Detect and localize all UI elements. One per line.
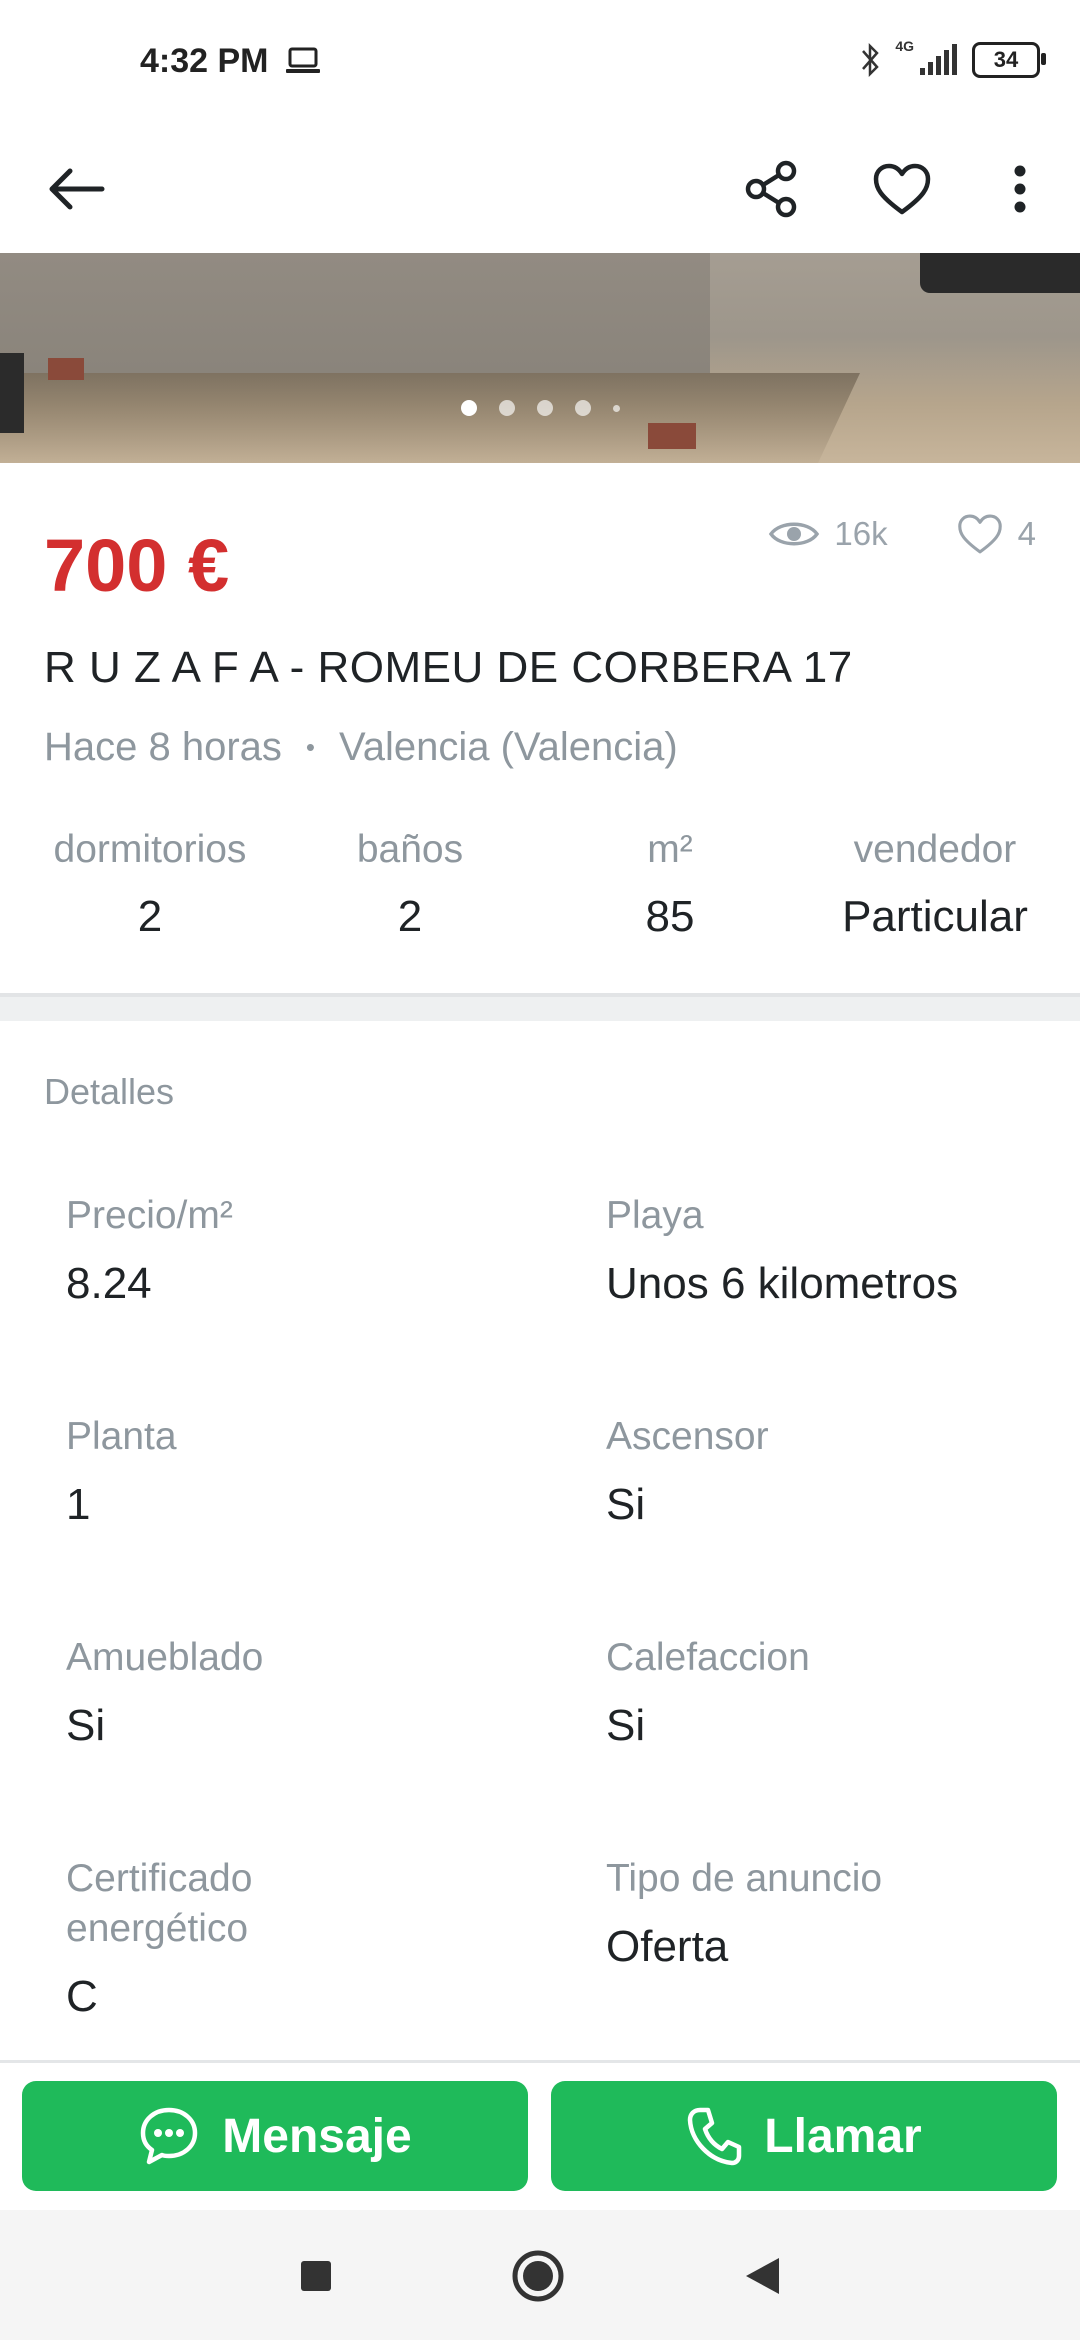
contact-action-bar: Mensaje Llamar <box>0 2060 1080 2213</box>
listing-location: Valencia (Valencia) <box>339 725 678 769</box>
gallery-page-indicator <box>0 400 1080 416</box>
battery-level: 34 <box>993 47 1019 72</box>
listing-summary: 700 € 16k 4 R U Z A F A - ROMEU DE CORBE… <box>0 463 1080 997</box>
section-divider <box>0 997 1080 1021</box>
detail-key: Certificado energético <box>66 1857 253 1950</box>
eye-icon <box>769 522 820 546</box>
gallery-dot[interactable] <box>574 400 591 416</box>
detail-beach: Playa Unos 6 kilometros <box>606 1191 1076 1309</box>
listing-stats: 16k 4 <box>768 513 1036 555</box>
details-section: Detalles Precio/m² 8.24 Playa Unos 6 kil… <box>0 1021 1080 2061</box>
network-type: 4G <box>895 38 914 54</box>
system-back-button[interactable] <box>734 2248 790 2304</box>
message-button-label: Mensaje <box>222 2109 412 2163</box>
gallery-dot-active[interactable] <box>460 400 477 416</box>
message-button[interactable]: Mensaje <box>22 2081 528 2191</box>
spec-value: Particular <box>842 892 1028 941</box>
detail-value: C <box>66 1972 98 2021</box>
spec-area: m² 85 <box>520 828 820 942</box>
photo-sofa <box>0 253 710 373</box>
home-button[interactable] <box>510 2248 566 2304</box>
spec-label: vendedor <box>853 828 1017 871</box>
photo-shadow <box>0 373 861 463</box>
laptop-icon <box>286 47 320 73</box>
arrow-left-icon <box>49 168 105 210</box>
signal-icon <box>920 44 957 75</box>
likes-count: 4 <box>1017 515 1036 552</box>
detail-key: Precio/m² <box>66 1194 233 1237</box>
listing-meta: Hace 8 horas • Valencia (Valencia) <box>44 725 678 770</box>
spec-bathrooms: baños 2 <box>300 828 520 942</box>
details-title: Detalles <box>44 1071 175 1112</box>
detail-key: Ascensor <box>606 1415 769 1458</box>
spec-value: 2 <box>397 892 423 941</box>
recents-button[interactable] <box>288 2248 344 2304</box>
detail-furnished: Amueblado Si <box>66 1633 536 1751</box>
detail-value: Si <box>606 1701 646 1750</box>
heart-outline-icon <box>957 514 1002 554</box>
triangle-back-icon <box>746 2258 779 2294</box>
photo-object <box>0 353 24 433</box>
detail-value: 1 <box>66 1480 91 1529</box>
status-time: 4:32 PM <box>140 42 269 80</box>
status-icons: 4G 34 <box>859 38 1046 82</box>
spec-label: dormitorios <box>53 828 247 871</box>
favorite-button[interactable] <box>858 145 946 233</box>
spec-value: 85 <box>645 892 695 941</box>
detail-key: Tipo de anuncio <box>606 1857 883 1900</box>
square-icon <box>301 2261 331 2291</box>
detail-value: 8.24 <box>66 1259 152 1308</box>
detail-ad-type: Tipo de anuncio Oferta <box>606 1854 1076 1972</box>
gallery-dot[interactable] <box>536 400 553 416</box>
posted-time: Hace 8 horas <box>44 725 282 769</box>
bluetooth-icon <box>862 42 880 78</box>
photo-sofa-leg <box>648 423 696 449</box>
spec-bedrooms: dormitorios 2 <box>0 828 300 942</box>
share-button[interactable] <box>728 145 816 233</box>
detail-elevator: Ascensor Si <box>606 1412 1076 1530</box>
chat-bubble-icon <box>141 2107 198 2165</box>
spec-label: baños <box>356 828 464 871</box>
share-icon <box>745 160 797 218</box>
detail-value: Si <box>606 1480 646 1529</box>
photo-sofa-leg <box>48 358 84 380</box>
gallery-dot[interactable] <box>612 404 620 412</box>
photo-speaker <box>920 253 1080 293</box>
detail-key: Planta <box>66 1415 177 1458</box>
detail-key: Amueblado <box>66 1636 264 1679</box>
status-bar: 4:32 PM 4G 34 <box>0 0 1080 125</box>
call-button-label: Llamar <box>764 2109 922 2163</box>
detail-value: Oferta <box>606 1922 729 1971</box>
detail-key: Calefaccion <box>606 1636 810 1679</box>
detail-value: Unos 6 kilometros <box>606 1259 959 1308</box>
gallery-dot[interactable] <box>498 400 515 416</box>
listing-title: R U Z A F A - ROMEU DE CORBERA 17 <box>44 643 853 692</box>
detail-value: Si <box>66 1701 106 1750</box>
heart-outline-icon <box>873 163 931 215</box>
listing-specs: dormitorios 2 baños 2 m² 85 vendedor Par… <box>0 828 1080 942</box>
call-button[interactable]: Llamar <box>551 2081 1057 2191</box>
detail-key: Playa <box>606 1194 704 1237</box>
detail-energy-certificate: Certificado energético C <box>66 1854 366 2022</box>
phone-icon <box>688 2107 742 2166</box>
app-toolbar <box>0 125 1080 253</box>
photo-gallery[interactable] <box>0 253 1080 463</box>
detail-floor: Planta 1 <box>66 1412 536 1530</box>
more-options-button[interactable] <box>976 145 1064 233</box>
more-vert-icon <box>1014 165 1026 213</box>
system-nav-bar <box>0 2210 1080 2340</box>
listing-price: 700 € <box>44 524 230 607</box>
battery-icon: 34 <box>972 42 1046 78</box>
detail-heating: Calefaccion Si <box>606 1633 1076 1751</box>
spec-value: 2 <box>137 892 163 941</box>
home-circle-icon <box>512 2250 564 2302</box>
spec-label: m² <box>647 828 693 871</box>
detail-price-per-m2: Precio/m² 8.24 <box>66 1191 536 1309</box>
meta-separator: • <box>305 732 316 762</box>
views-count: 16k <box>834 515 888 552</box>
back-button[interactable] <box>32 145 120 233</box>
spec-seller: vendedor Particular <box>820 828 1050 942</box>
